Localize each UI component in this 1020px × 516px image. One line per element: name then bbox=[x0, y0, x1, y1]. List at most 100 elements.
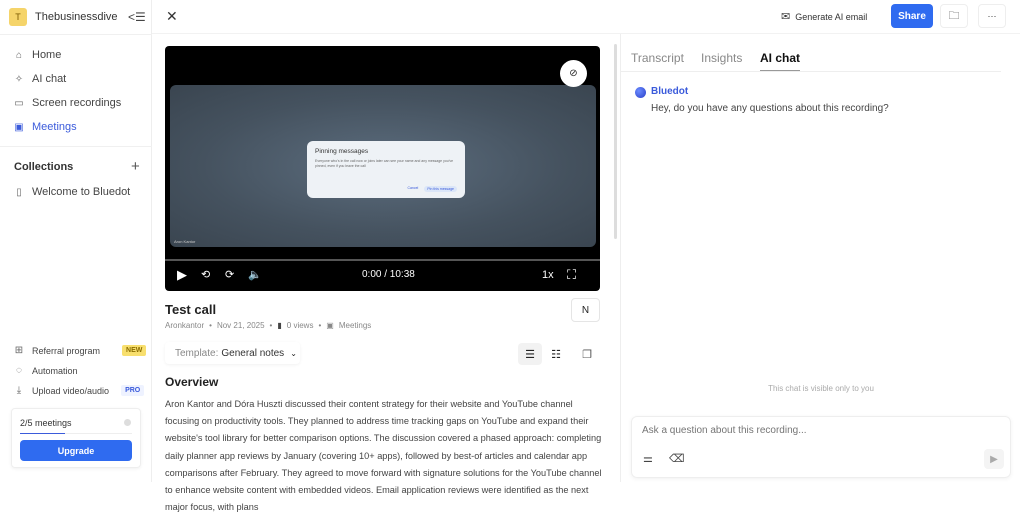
sidebar-item-upload[interactable]: ⤓ Upload video/audio PRO bbox=[14, 385, 145, 396]
tab-transcript[interactable]: Transcript bbox=[631, 51, 684, 65]
sidebar-item-automation[interactable]: ◌ Automation bbox=[14, 365, 78, 376]
overview-text: Aron Kantor and Dóra Huszti discussed th… bbox=[165, 399, 602, 513]
automation-icon: ◌ bbox=[16, 365, 22, 376]
align-left-icon: ☰ bbox=[525, 348, 535, 361]
generate-ai-email-button[interactable]: ✉ Generate AI email bbox=[781, 10, 867, 23]
video-progress-bar[interactable] bbox=[165, 259, 600, 261]
home-icon: ⌂ bbox=[15, 49, 23, 61]
chat-message: Hey, do you have any questions about thi… bbox=[651, 103, 889, 114]
paragraph-view-button[interactable]: ☰ bbox=[518, 343, 542, 365]
video-dialog: Pinning messages Everyone who's in the c… bbox=[307, 141, 465, 198]
close-button[interactable]: ✕ bbox=[166, 8, 178, 25]
mail-sparkle-icon: ✉ bbox=[781, 11, 791, 23]
pro-badge: PRO bbox=[121, 385, 145, 396]
sidebar: T Thebusinessdive <☰ ⌂ Home ✧ AI chat ▭ Scr… bbox=[0, 0, 152, 482]
nav-label: Upload video/audio bbox=[32, 385, 110, 396]
template-selector[interactable]: Template: General notes ⌄ bbox=[165, 342, 300, 364]
add-collection-button[interactable]: + bbox=[131, 158, 140, 175]
top-bar: ✕ ✉ Generate AI email Share 🗀 ··· bbox=[152, 0, 1020, 34]
time-display: 0:00 / 10:38 bbox=[362, 269, 415, 280]
divider bbox=[621, 71, 1001, 72]
info-icon[interactable] bbox=[124, 419, 131, 426]
play-button[interactable]: ▶ bbox=[177, 267, 187, 283]
notion-icon: N bbox=[581, 304, 590, 316]
list-icon: ☷ bbox=[551, 348, 561, 361]
nav-label: Home bbox=[32, 49, 62, 61]
collection-item[interactable]: ▯ Welcome to Bluedot bbox=[14, 186, 130, 198]
generate-ai-email-label: Generate AI email bbox=[795, 11, 868, 22]
folder-plus-icon: 🗀 bbox=[948, 9, 960, 22]
views-icon: ▮ bbox=[277, 321, 282, 330]
gift-icon: ⊞ bbox=[14, 345, 24, 356]
dialog-title: Pinning messages bbox=[315, 148, 369, 155]
tab-ai-chat[interactable]: AI chat bbox=[760, 51, 801, 72]
workspace-name: Thebusinessdive bbox=[35, 11, 118, 23]
camera-off-icon: ⊘ bbox=[569, 68, 578, 79]
sidebar-item-home[interactable]: ⌂ Home bbox=[14, 49, 61, 61]
date: Nov 21, 2025 bbox=[216, 321, 265, 330]
sparkle-icon: ✧ bbox=[14, 73, 24, 85]
views: 0 views bbox=[286, 321, 314, 330]
camera-icon: ▭ bbox=[14, 97, 24, 109]
nav-label: Meetings bbox=[32, 121, 77, 133]
meetings-icon: ▣ bbox=[326, 321, 334, 330]
settings-sliders-icon[interactable]: ⚌ bbox=[643, 452, 653, 465]
nav-label: Automation bbox=[32, 365, 78, 376]
upgrade-button[interactable]: Upgrade bbox=[20, 440, 132, 461]
right-panel: Transcript Insights AI chat Bluedot Hey,… bbox=[620, 34, 1020, 482]
speaker-name: Aron Kantor bbox=[174, 239, 196, 244]
divider bbox=[0, 146, 152, 147]
template-label: Template: bbox=[175, 347, 219, 359]
author: Aronkantor bbox=[165, 321, 205, 330]
chat-input-box: ⚌ ⌫ ▶ bbox=[631, 416, 1011, 478]
speed-button[interactable]: 1x bbox=[542, 269, 554, 281]
folder-link[interactable]: Meetings bbox=[339, 321, 371, 330]
recording-title: Test call bbox=[165, 302, 217, 317]
tab-insights[interactable]: Insights bbox=[701, 51, 742, 65]
rewind-15-button[interactable]: ⟲ bbox=[201, 268, 210, 281]
nav-label: AI chat bbox=[32, 73, 67, 85]
template-value: General notes bbox=[221, 347, 285, 359]
copy-icon: ❐ bbox=[582, 348, 592, 361]
notion-export-button[interactable]: N bbox=[571, 298, 600, 322]
upload-icon: ⤓ bbox=[16, 385, 22, 396]
overview-heading: Overview bbox=[165, 375, 219, 389]
send-button[interactable]: ▶ bbox=[984, 449, 1004, 469]
chat-sender: Bluedot bbox=[651, 86, 689, 97]
eraser-icon[interactable]: ⌫ bbox=[669, 452, 685, 465]
sidebar-item-referral[interactable]: ⊞ Referral program NEW bbox=[14, 345, 147, 356]
chevron-down-icon: ⌄ bbox=[290, 348, 297, 358]
new-badge: NEW bbox=[122, 345, 147, 356]
copy-button[interactable]: ❐ bbox=[576, 343, 598, 365]
forward-15-button[interactable]: ⟳ bbox=[225, 268, 234, 281]
usage-progress bbox=[20, 433, 132, 434]
sidebar-item-meetings[interactable]: ▣ Meetings bbox=[14, 121, 77, 133]
video-player[interactable]: Pinning messages Everyone who's in the c… bbox=[165, 46, 600, 291]
share-button[interactable]: Share bbox=[891, 4, 933, 28]
bluedot-avatar bbox=[635, 87, 646, 98]
list-view-button[interactable]: ☷ bbox=[544, 343, 568, 365]
add-to-folder-button[interactable]: 🗀 bbox=[940, 4, 968, 28]
book-icon: ▯ bbox=[16, 186, 22, 198]
collapse-sidebar-icon[interactable]: <☰ bbox=[128, 10, 146, 24]
workspace-switcher[interactable]: T Thebusinessdive bbox=[9, 8, 118, 26]
scrollbar[interactable] bbox=[614, 44, 617, 239]
chat-input[interactable] bbox=[642, 425, 972, 436]
privacy-note: This chat is visible only to you bbox=[768, 384, 874, 393]
nav-label: Screen recordings bbox=[32, 97, 122, 109]
meetings-icon: ▣ bbox=[14, 121, 24, 133]
sidebar-item-screen-recordings[interactable]: ▭ Screen recordings bbox=[14, 97, 121, 109]
divider bbox=[0, 34, 152, 35]
collection-label: Welcome to Bluedot bbox=[32, 186, 131, 198]
sidebar-item-ai-chat[interactable]: ✧ AI chat bbox=[14, 73, 66, 85]
more-options-button[interactable]: ··· bbox=[978, 4, 1006, 28]
fullscreen-button[interactable]: ⛶ bbox=[567, 267, 576, 283]
dialog-body: Everyone who's in the call now or joins … bbox=[315, 159, 454, 168]
dialog-cancel: Cancel bbox=[407, 186, 419, 190]
video-frame: Pinning messages Everyone who's in the c… bbox=[170, 85, 596, 247]
camera-off-button[interactable]: ⊘ bbox=[560, 60, 587, 87]
meetings-usage: 2/5 meetings bbox=[20, 418, 72, 428]
volume-button[interactable]: 🔈 bbox=[248, 268, 262, 281]
dialog-pin: Pin this message bbox=[424, 186, 457, 192]
collections-heading: Collections bbox=[14, 161, 74, 173]
